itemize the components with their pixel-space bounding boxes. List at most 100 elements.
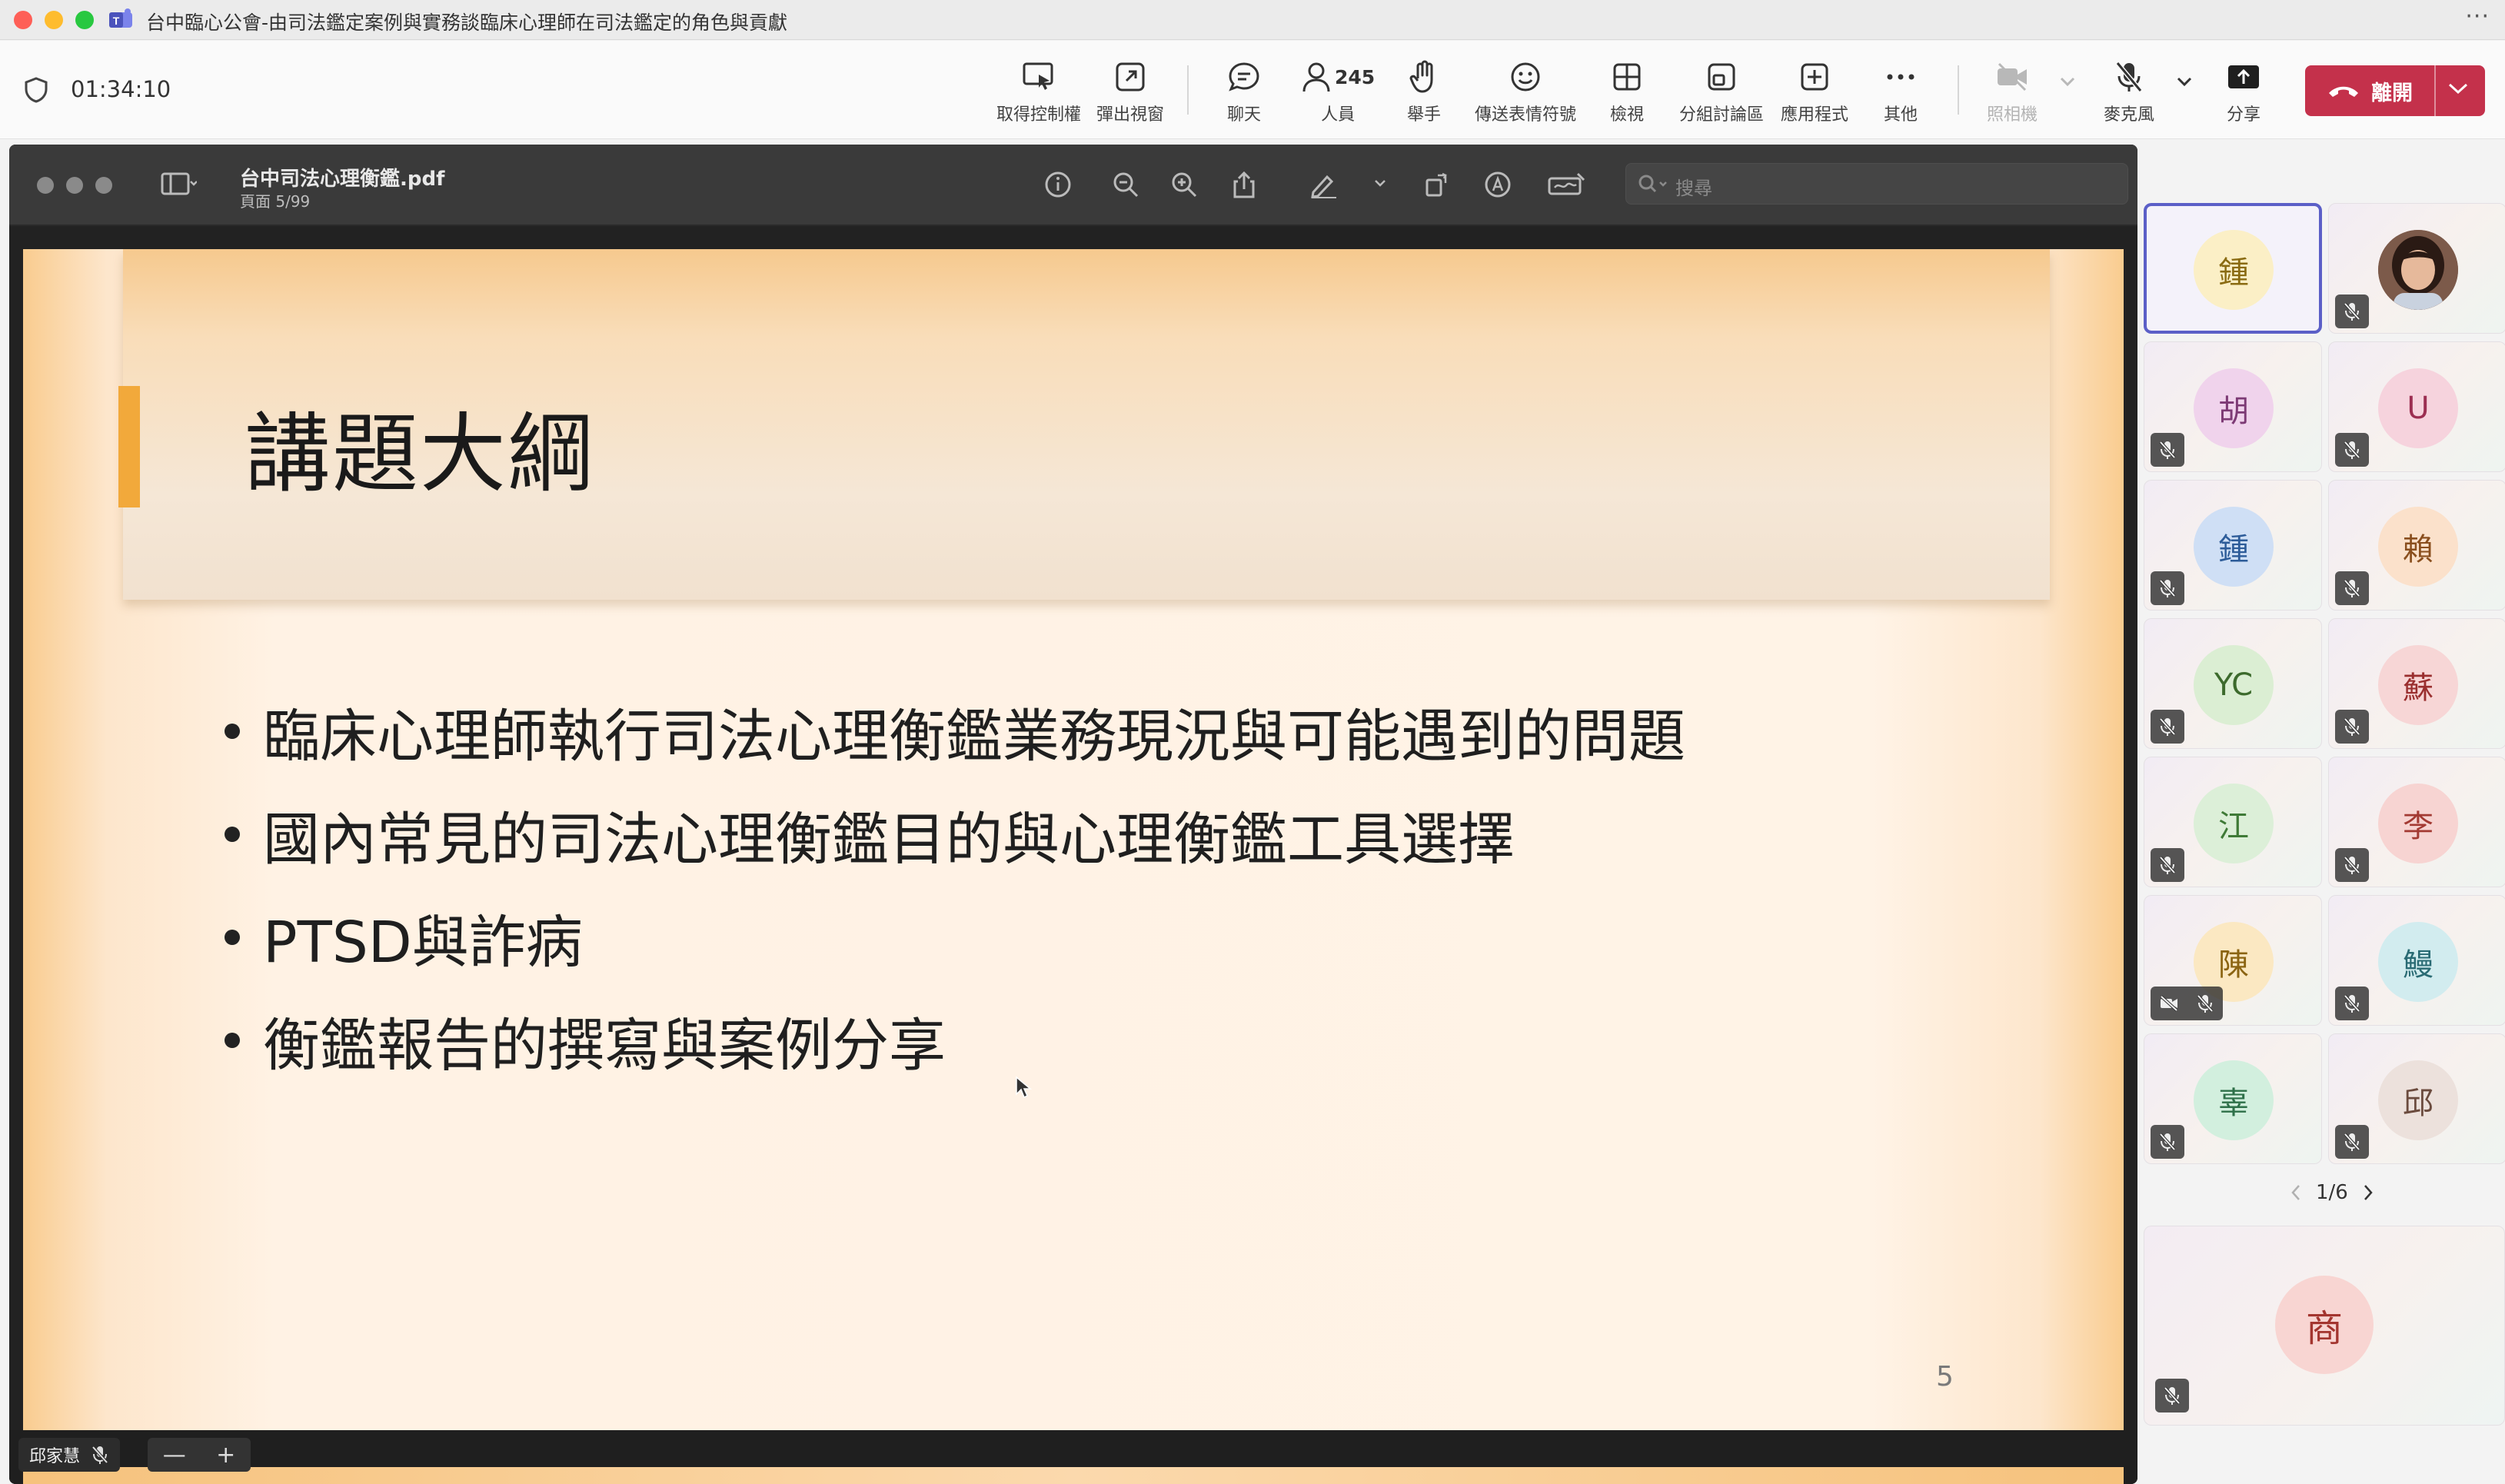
- zoom-window-button[interactable]: [75, 11, 94, 29]
- signature-icon[interactable]: [1547, 171, 1585, 198]
- participant-tile[interactable]: 胡: [2144, 341, 2322, 472]
- rotate-icon[interactable]: [1422, 171, 1450, 198]
- breakout-rooms-button[interactable]: 分組討論區: [1679, 59, 1764, 125]
- participant-tile[interactable]: [2328, 203, 2505, 334]
- mic-off-icon: [2151, 433, 2184, 467]
- people-button[interactable]: 245 人員: [1301, 59, 1375, 125]
- shield-icon: [23, 76, 49, 104]
- avatar: 鰻: [2378, 922, 2458, 1002]
- participant-tile[interactable]: 邱: [2328, 1033, 2505, 1164]
- participant-tile[interactable]: 鍾: [2144, 480, 2322, 611]
- participant-tile[interactable]: 蘇: [2328, 618, 2505, 749]
- pdf-search-field[interactable]: 搜尋: [1625, 163, 2128, 205]
- mic-off-icon: [2155, 1379, 2189, 1412]
- minimize-window-button[interactable]: [45, 11, 63, 29]
- mouse-cursor-icon: [1015, 1076, 1032, 1099]
- mic-options-chevron-icon[interactable]: [2176, 76, 2193, 87]
- participant-tile-large[interactable]: 商: [2144, 1226, 2505, 1426]
- share-export-icon[interactable]: [1230, 171, 1258, 200]
- raise-hand-button[interactable]: 舉手: [1407, 59, 1441, 125]
- mic-off-icon: [2335, 987, 2369, 1020]
- svg-text:T: T: [113, 15, 120, 27]
- slide-bullet: PTSD與詐病: [225, 886, 1685, 989]
- participant-tile[interactable]: 鍾: [2144, 203, 2322, 334]
- gallery-pager: 1/6: [2276, 1181, 2388, 1204]
- next-page-icon[interactable]: [2362, 1183, 2374, 1202]
- chat-button[interactable]: 聊天: [1227, 59, 1261, 125]
- mic-off-icon: [2335, 848, 2369, 882]
- sidebar-toggle-icon[interactable]: [160, 171, 197, 197]
- leave-button[interactable]: 離開: [2305, 65, 2485, 116]
- toolbar-separator: [1958, 65, 1959, 115]
- people-count: 245: [1335, 65, 1376, 88]
- leave-options-chevron-icon[interactable]: [2447, 81, 2470, 96]
- pop-out-button[interactable]: 彈出視窗: [1096, 59, 1164, 125]
- shared-screen-zoom-control: — +: [148, 1438, 251, 1472]
- meeting-timer: 01:34:10: [71, 76, 171, 102]
- share-button[interactable]: 分享: [2227, 59, 2260, 125]
- avatar: 邱: [2378, 1060, 2458, 1140]
- shared-window-zoom-dot: [95, 177, 112, 194]
- mic-off-icon: [2335, 1125, 2369, 1159]
- apps-button[interactable]: 應用程式: [1781, 59, 1848, 125]
- zoom-out-button[interactable]: —: [163, 1442, 186, 1469]
- avatar: 賴: [2378, 507, 2458, 587]
- hang-up-icon: [2327, 82, 2360, 99]
- participant-tile[interactable]: 鰻: [2328, 895, 2505, 1026]
- presenter-name-tag: 邱家慧: [18, 1438, 121, 1472]
- slide-number: 5: [1936, 1361, 1954, 1392]
- mic-off-icon: [2151, 571, 2184, 605]
- markup-pen-icon[interactable]: [1309, 171, 1339, 198]
- request-control-button[interactable]: 取得控制權: [996, 59, 1081, 125]
- participant-tile[interactable]: 江: [2144, 757, 2322, 887]
- participant-tile[interactable]: U: [2328, 341, 2505, 472]
- previous-page-icon[interactable]: [2290, 1183, 2302, 1202]
- mic-off-icon: [2151, 987, 2223, 1020]
- more-button[interactable]: 其他: [1884, 59, 1918, 125]
- presenter-name: 邱家慧: [29, 1447, 81, 1466]
- reactions-button[interactable]: 傳送表情符號: [1475, 59, 1576, 125]
- slide-bullet: 衡鑑報告的撰寫與案例分享: [225, 989, 1685, 1092]
- teams-logo-icon: T: [108, 8, 134, 32]
- avatar: 鍾: [2194, 230, 2274, 310]
- avatar: U: [2378, 368, 2458, 448]
- avatar: 辜: [2194, 1060, 2274, 1140]
- pop-out-icon: [1114, 59, 1146, 95]
- meeting-toolbar: 01:34:10 取得控制權 彈出視窗 聊天 245 人員 舉手 傳送表情符號 …: [0, 41, 2505, 139]
- camera-options-chevron-icon[interactable]: [2059, 76, 2076, 87]
- view-button[interactable]: 檢視: [1610, 59, 1644, 125]
- share-screen-icon: [2227, 59, 2260, 95]
- shared-window-minimize-dot: [66, 177, 83, 194]
- participant-tile[interactable]: 李: [2328, 757, 2505, 887]
- zoom-in-button[interactable]: +: [216, 1442, 235, 1469]
- breakout-rooms-icon: [1706, 59, 1737, 95]
- window-more-menu[interactable]: ···: [2465, 3, 2490, 30]
- zoom-in-icon[interactable]: [1170, 171, 1198, 198]
- participant-tile[interactable]: 賴: [2328, 480, 2505, 611]
- people-icon: [1301, 61, 1332, 93]
- toolbar-separator: [1187, 65, 1189, 115]
- mic-off-icon: [2335, 571, 2369, 605]
- info-icon[interactable]: [1044, 171, 1072, 198]
- avatar: 江: [2194, 784, 2274, 863]
- avatar: YC: [2194, 645, 2274, 725]
- gallery-page-indicator: 1/6: [2316, 1181, 2348, 1204]
- participant-tile[interactable]: 陳: [2144, 895, 2322, 1026]
- participant-tile[interactable]: 辜: [2144, 1033, 2322, 1164]
- markup-circle-icon[interactable]: [1484, 171, 1512, 198]
- markup-options-chevron-icon[interactable]: [1373, 178, 1387, 188]
- mic-off-icon: [2151, 710, 2184, 744]
- smiley-icon: [1509, 59, 1542, 95]
- close-window-button[interactable]: [14, 11, 32, 29]
- shared-screen: 台中司法心理衡鑑.pdf 頁面 5/99 搜尋 講題大綱 臨床心理師執行司法心理…: [9, 145, 2137, 1484]
- grid-view-icon: [1612, 59, 1642, 95]
- zoom-out-icon[interactable]: [1112, 171, 1139, 198]
- mic-button[interactable]: 麥克風: [2104, 59, 2154, 125]
- mic-off-icon: [2114, 59, 2144, 95]
- participant-tile[interactable]: YC: [2144, 618, 2322, 749]
- slide-title-accent-bar: [118, 386, 140, 507]
- camera-button[interactable]: 照相機: [1987, 59, 2038, 125]
- mic-off-icon: [91, 1445, 109, 1465]
- request-control-icon: [1022, 59, 1056, 95]
- avatar: 蘇: [2378, 645, 2458, 725]
